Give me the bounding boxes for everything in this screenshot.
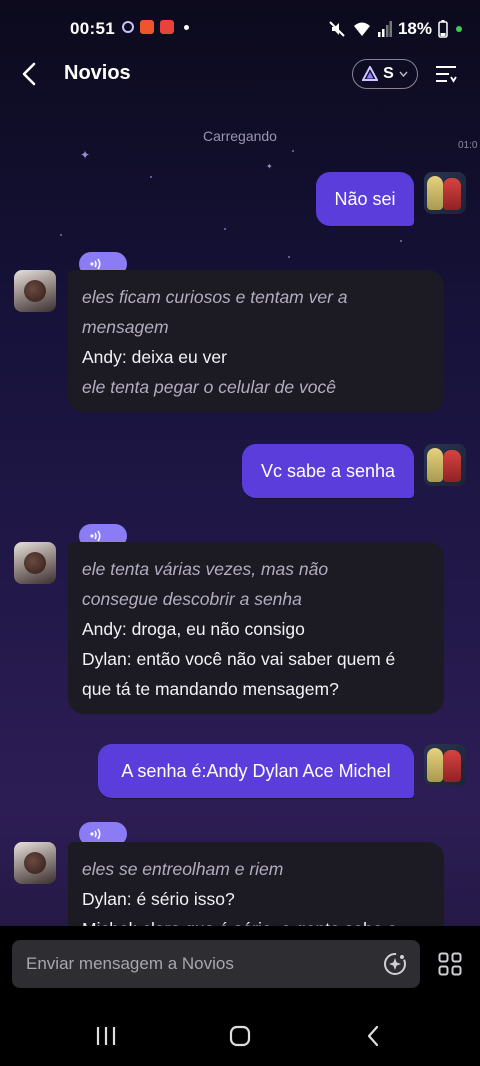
- speech-line: que tá te mandando mensagem?: [82, 679, 339, 699]
- bot-avatar[interactable]: [14, 842, 56, 884]
- audio-wave-icon: [90, 530, 101, 542]
- avatar-face: [24, 280, 46, 302]
- audio-wave-icon: [90, 258, 101, 270]
- message-timestamp: 01:0: [458, 140, 478, 151]
- avatar-figure: [443, 750, 461, 782]
- back-arrow-icon[interactable]: [16, 58, 44, 90]
- discord-icon: [122, 21, 134, 33]
- bot-avatar[interactable]: [14, 542, 56, 584]
- user-message-text: Vc sabe a senha: [260, 460, 396, 481]
- narration-line: eles ficam curiosos e tentam ver a: [82, 287, 348, 307]
- user-message-bubble[interactable]: Vc sabe a senha: [242, 444, 414, 498]
- status-right: 18%: [328, 19, 462, 39]
- signal-icon: [377, 21, 392, 37]
- recent-apps-icon[interactable]: [92, 1024, 120, 1048]
- user-avatar[interactable]: [424, 444, 466, 486]
- audio-wave-icon: [90, 828, 101, 840]
- star-dot: [224, 228, 226, 230]
- avatar-figure: [427, 448, 443, 482]
- speech-line: Dylan: é sério isso?: [82, 889, 235, 909]
- home-icon[interactable]: [226, 1024, 254, 1048]
- model-icon: [362, 66, 379, 81]
- star-dot: [288, 256, 290, 258]
- model-label: S: [383, 65, 394, 82]
- video-recorder-icon: [140, 20, 154, 34]
- user-message-bubble[interactable]: A senha é:Andy Dylan Ace Michel: [98, 744, 414, 798]
- more-notifications-dot: [184, 24, 189, 30]
- ai-suggest-icon[interactable]: [382, 951, 408, 977]
- speech-line: Dylan: então você não vai saber quem é: [82, 649, 396, 669]
- star-dot: [150, 176, 152, 178]
- star-dot: [400, 240, 402, 242]
- speech-line: Andy: deixa eu ver: [82, 347, 227, 367]
- privacy-indicator-dot: [456, 26, 462, 32]
- apps-grid-icon[interactable]: [438, 952, 462, 976]
- wifi-icon: [353, 22, 370, 36]
- narration-line: mensagem: [82, 317, 169, 337]
- star-dot: [292, 150, 294, 152]
- star-decoration: ✦: [80, 148, 91, 162]
- avatar-figure: [443, 450, 461, 482]
- avatar-figure: [427, 176, 443, 210]
- avatar-face: [24, 552, 46, 574]
- mute-icon: [329, 21, 345, 37]
- narration-line: ele tenta várias vezes, mas não: [82, 559, 329, 579]
- narration-line: eles se entreolham e riem: [82, 859, 284, 879]
- message-input-placeholder: Enviar mensagem a Novios: [26, 954, 234, 973]
- star-dot: [60, 234, 62, 236]
- menu-sort-icon[interactable]: [434, 62, 458, 86]
- bot-avatar[interactable]: [14, 270, 56, 312]
- chat-title[interactable]: Novios: [64, 62, 131, 85]
- message-input[interactable]: Enviar mensagem a Novios: [12, 940, 420, 988]
- user-avatar[interactable]: [424, 172, 466, 214]
- narration-line: ele tenta pegar o celular de você: [82, 377, 336, 397]
- chevron-down-icon: [399, 71, 408, 77]
- chat-header: Novios S: [0, 58, 480, 92]
- avatar-figure: [443, 178, 461, 210]
- star-decoration: ✦: [266, 162, 273, 171]
- app-icon: [160, 20, 174, 34]
- status-bar: 00:51 18%: [0, 0, 480, 58]
- avatar-face: [24, 852, 46, 874]
- model-selector-button[interactable]: S: [352, 59, 418, 89]
- speech-line: Andy: droga, eu não consigo: [82, 619, 305, 639]
- user-message-text: A senha é:Andy Dylan Ace Michel: [121, 760, 391, 781]
- message-composer: Enviar mensagem a Novios: [0, 926, 480, 1004]
- narration-line: consegue descobrir a senha: [82, 589, 302, 609]
- bot-message-bubble[interactable]: ele tenta várias vezes, mas não consegue…: [68, 542, 444, 714]
- battery-percent: 18%: [397, 19, 432, 38]
- system-back-icon[interactable]: [360, 1024, 388, 1048]
- loading-indicator-text: Carregando: [203, 128, 277, 144]
- notification-icons: [122, 20, 189, 34]
- system-nav-bar: [0, 1004, 480, 1066]
- battery-icon: [438, 20, 448, 38]
- bot-message-bubble[interactable]: eles ficam curiosos e tentam ver a mensa…: [68, 270, 444, 412]
- user-message-bubble[interactable]: Não sei: [316, 172, 414, 226]
- status-time: 00:51: [70, 19, 115, 38]
- user-avatar[interactable]: [424, 744, 466, 786]
- avatar-figure: [427, 748, 443, 782]
- user-message-text: Não sei: [334, 188, 396, 209]
